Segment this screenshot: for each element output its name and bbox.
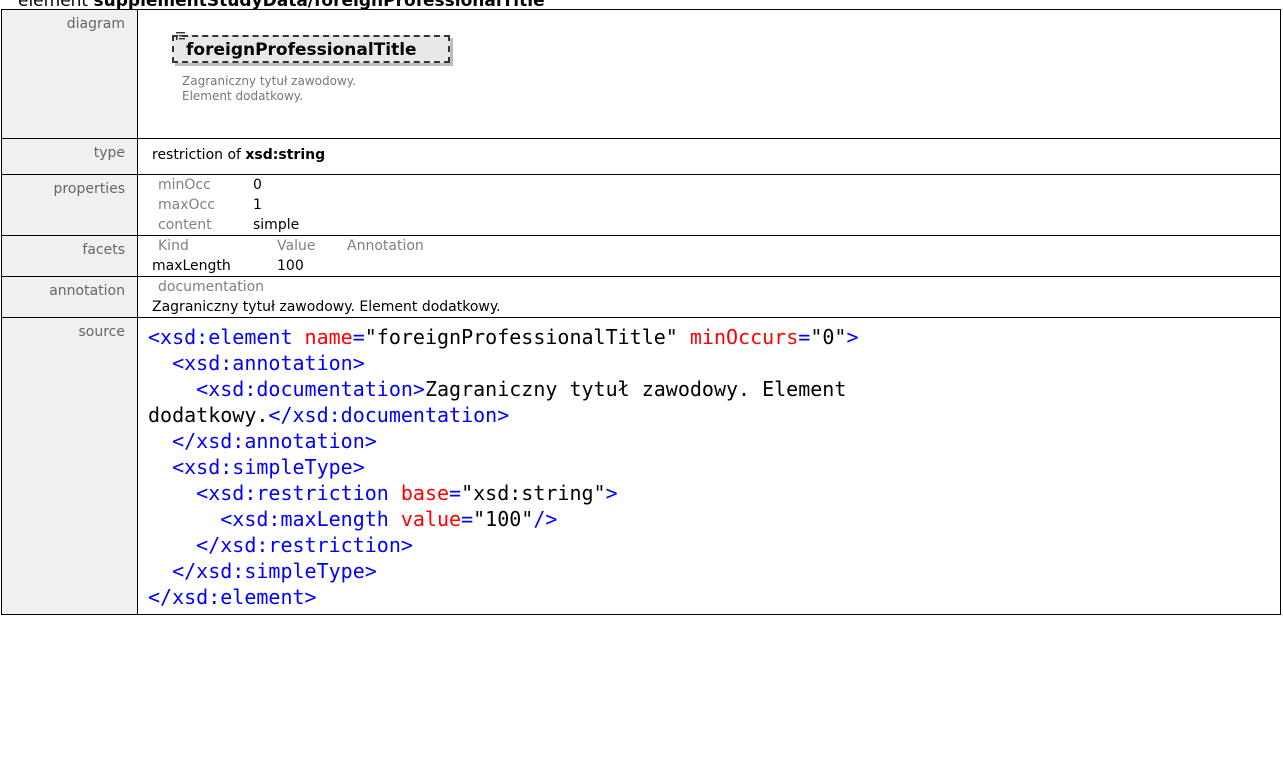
type-row: type restriction of xsd:string	[1, 138, 1281, 175]
code-token: "xsd:string"	[461, 481, 606, 505]
code-token: <xsd:maxLength	[220, 507, 389, 531]
code-token: "0"	[810, 325, 847, 349]
code-token: <xsd:restriction	[196, 481, 389, 505]
property-row: content simple	[152, 215, 299, 235]
property-value: 1	[253, 197, 262, 213]
code-token: =	[798, 325, 811, 349]
code-token: </xsd:annotation>	[172, 429, 377, 453]
code-token: dodatkowy.	[148, 403, 269, 427]
code-token: Zagraniczny tytuł zawodowy. Element	[424, 377, 847, 401]
code-token: value	[400, 507, 462, 531]
property-key: content	[158, 217, 212, 233]
element-doc-table: diagram foreignProfessionalTitle Zagrani…	[1, 9, 1281, 615]
facets-header-value: Value	[277, 238, 316, 254]
source-label: source	[1, 317, 138, 615]
code-token: =	[449, 481, 462, 505]
facet-kind: maxLength	[152, 258, 231, 274]
element-node[interactable]: foreignProfessionalTitle	[172, 32, 450, 63]
diagram-label: diagram	[1, 9, 138, 139]
code-token: <xsd:annotation>	[172, 351, 365, 375]
code-token: >	[605, 481, 618, 505]
element-node-name: foreignProfessionalTitle	[186, 40, 417, 60]
type-cell: restriction of xsd:string	[137, 138, 1281, 175]
facets-header-kind: Kind	[158, 238, 189, 254]
code-token: base	[400, 481, 450, 505]
diagram-doc-line: Element dodatkowy.	[182, 89, 304, 103]
property-row: maxOcc 1	[152, 195, 299, 215]
diagram-doc-line: Zagraniczny tytuł zawodowy.	[182, 74, 356, 88]
code-token: "foreignProfessionalTitle"	[364, 325, 678, 349]
code-token: </xsd:element>	[148, 585, 317, 609]
diagram: foreignProfessionalTitle Zagraniczny tyt…	[152, 10, 1280, 138]
type-prefix: restriction of	[152, 147, 241, 163]
properties-label: properties	[1, 174, 138, 236]
code-token: />	[533, 507, 558, 531]
property-key: maxOcc	[158, 197, 215, 213]
type-base-link[interactable]: xsd:string	[245, 147, 325, 163]
property-key: minOcc	[158, 177, 211, 193]
code-token: <xsd:element	[148, 325, 293, 349]
property-value: simple	[253, 217, 300, 233]
diagram-documentation: Zagraniczny tytuł zawodowy. Element doda…	[182, 74, 356, 104]
facet-annotation	[347, 256, 424, 276]
code-token: </xsd:restriction>	[196, 533, 413, 557]
facets-cell: Kind Value Annotation maxLength 100	[137, 235, 1281, 277]
property-row: minOcc 0	[152, 175, 299, 195]
annotation-label: annotation	[1, 276, 138, 318]
properties-row: properties minOcc 0 maxOcc 1 content sim…	[1, 174, 1281, 236]
code-token: =	[461, 507, 474, 531]
annotation-text: Zagraniczny tytuł zawodowy. Element doda…	[152, 299, 501, 315]
facets-table: Kind Value Annotation maxLength 100	[152, 236, 424, 276]
facets-label: facets	[1, 235, 138, 277]
code-token: name	[304, 325, 353, 349]
code-token: </xsd:documentation>	[268, 403, 510, 427]
properties-table: minOcc 0 maxOcc 1 content simple	[152, 175, 299, 235]
documentation-lines-icon	[176, 32, 185, 40]
code-token: =	[352, 325, 365, 349]
diagram-row: diagram foreignProfessionalTitle Zagrani…	[1, 9, 1281, 139]
source-row: source <xsd:element name="foreignProfess…	[1, 317, 1281, 615]
annotation-row: annotation documentation Zagraniczny tyt…	[1, 276, 1281, 318]
source-code: <xsd:element name="foreignProfessionalTi…	[148, 318, 1280, 610]
code-token: >	[846, 325, 859, 349]
annotation-cell: documentation Zagraniczny tytuł zawodowy…	[137, 276, 1281, 318]
annotation-head: documentation	[158, 279, 265, 295]
facet-value: 100	[277, 258, 304, 274]
type-label: type	[1, 138, 138, 175]
source-cell: <xsd:element name="foreignProfessionalTi…	[137, 317, 1281, 615]
code-token: "100"	[473, 507, 534, 531]
code-token: minOccurs	[689, 325, 799, 349]
code-token: <xsd:simpleType>	[172, 455, 365, 479]
facets-header-row: Kind Value Annotation	[152, 236, 424, 256]
facets-row: facets Kind Value Annotation maxLength 1…	[1, 235, 1281, 277]
type-value: restriction of xsd:string	[152, 139, 1280, 163]
diagram-cell: foreignProfessionalTitle Zagraniczny tyt…	[137, 9, 1281, 139]
properties-cell: minOcc 0 maxOcc 1 content simple	[137, 174, 1281, 236]
code-token: </xsd:simpleType>	[172, 559, 377, 583]
code-token: <xsd:documentation>	[196, 377, 425, 401]
facet-row: maxLength 100	[152, 256, 424, 276]
facets-header-annotation: Annotation	[347, 238, 424, 254]
property-value: 0	[253, 177, 262, 193]
